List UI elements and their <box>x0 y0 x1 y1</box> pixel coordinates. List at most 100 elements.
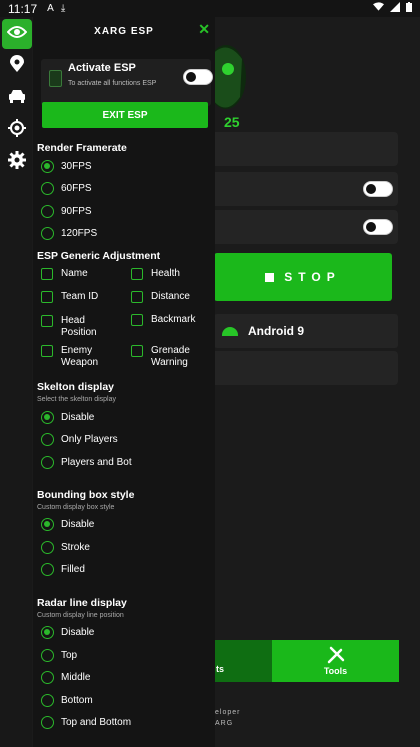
radar-title: Radar line display <box>37 597 127 609</box>
radio-icon <box>41 541 54 554</box>
radar-option-top-bottom[interactable]: Top and Bottom <box>41 716 131 729</box>
location-pin-icon <box>10 54 24 78</box>
android-icon <box>222 326 238 336</box>
android-label: Android 9 <box>248 324 304 338</box>
activate-title: Activate ESP <box>68 62 136 74</box>
radio-icon <box>41 671 54 684</box>
gear-icon <box>8 150 26 174</box>
panel-title: XARG ESP <box>94 25 154 37</box>
rail-target-button[interactable] <box>2 115 32 145</box>
battery-icon <box>406 2 412 15</box>
stop-button[interactable]: STOP <box>214 253 392 301</box>
tab-tools[interactable]: Tools <box>272 640 399 682</box>
checkbox-icon <box>131 345 143 357</box>
svg-text:25: 25 <box>224 114 240 130</box>
car-icon <box>8 89 26 108</box>
checkbox-icon <box>41 291 53 303</box>
exit-esp-button[interactable]: EXIT ESP <box>42 102 208 128</box>
check-distance[interactable]: Distance <box>131 291 190 303</box>
app-notification-icon: A <box>47 3 54 14</box>
bottom-tabs: ts Tools <box>214 640 399 682</box>
background-toggle[interactable] <box>363 219 393 235</box>
check-grenade-warning[interactable]: Grenade Warning <box>131 345 190 369</box>
radio-icon <box>41 716 54 729</box>
bbox-subtitle: Custom display box style <box>37 504 115 511</box>
radio-selected-icon <box>41 518 54 531</box>
radio-icon <box>41 433 54 446</box>
eye-icon <box>6 25 28 44</box>
rail-settings-button[interactable] <box>2 147 32 177</box>
background-toggle-row <box>210 172 398 206</box>
radio-selected-icon <box>41 411 54 424</box>
android-version-row: Android 9 <box>214 314 398 348</box>
skeleton-title: Skelton display <box>37 381 115 393</box>
framerate-option-30[interactable]: 30FPS <box>41 160 92 173</box>
framerate-title: Render Framerate <box>37 142 127 154</box>
radar-option-top[interactable]: Top <box>41 649 77 662</box>
checkbox-icon <box>41 268 53 280</box>
footer-text: eloper ARG <box>215 709 241 727</box>
checkbox-icon <box>131 314 143 326</box>
esp-logo-icon <box>49 70 62 87</box>
radio-icon <box>41 694 54 707</box>
radio-selected-icon <box>41 160 54 173</box>
tools-label: Tools <box>323 666 348 676</box>
download-icon: ⤓ <box>60 3 66 14</box>
crosshair-icon <box>8 118 26 142</box>
rail-vehicle-button[interactable] <box>2 83 32 113</box>
clock: 11:17 <box>8 1 38 16</box>
rail-esp-button[interactable] <box>2 19 32 49</box>
skeleton-option-players-bot[interactable]: Players and Bot <box>41 456 132 469</box>
stop-label: STOP <box>284 270 341 284</box>
check-backmark[interactable]: Backmark <box>131 314 195 326</box>
radar-option-bottom[interactable]: Bottom <box>41 694 93 707</box>
checkbox-icon <box>131 291 143 303</box>
panel-header: XARG ESP ✕ <box>33 17 215 45</box>
bbox-option-filled[interactable]: Filled <box>41 563 85 576</box>
skeleton-subtitle: Select the skelton display <box>37 396 116 403</box>
wifi-icon <box>373 2 384 15</box>
radio-icon <box>41 649 54 662</box>
background-toggle[interactable] <box>363 181 393 197</box>
radio-icon <box>41 182 54 195</box>
radio-icon <box>41 563 54 576</box>
radio-selected-icon <box>41 626 54 639</box>
checkbox-icon <box>41 345 53 357</box>
activate-subtitle: To activate all functions ESP <box>68 80 157 87</box>
background-toggle-row <box>210 210 398 244</box>
check-enemy-weapon[interactable]: Enemy Weapon <box>41 345 98 369</box>
check-head-position[interactable]: Head Position <box>41 315 97 339</box>
radar-option-disable[interactable]: Disable <box>41 626 94 639</box>
bbox-option-disable[interactable]: Disable <box>41 518 94 531</box>
rail-location-button[interactable] <box>2 51 32 81</box>
framerate-option-60[interactable]: 60FPS <box>41 182 92 195</box>
radio-icon <box>41 456 54 469</box>
checkbox-icon <box>131 268 143 280</box>
check-name[interactable]: Name <box>41 268 88 280</box>
framerate-option-90[interactable]: 90FPS <box>41 205 92 218</box>
bbox-option-stroke[interactable]: Stroke <box>41 541 90 554</box>
check-team-id[interactable]: Team ID <box>41 291 98 303</box>
activate-esp-card: Activate ESP To activate all functions E… <box>41 59 213 106</box>
radio-icon <box>41 205 54 218</box>
background-card <box>210 132 398 166</box>
signal-icon <box>390 2 400 15</box>
tools-icon <box>327 646 345 666</box>
radar-option-middle[interactable]: Middle <box>41 671 90 684</box>
activate-esp-toggle[interactable] <box>183 69 213 85</box>
side-rail <box>0 17 32 747</box>
radar-subtitle: Custom display line position <box>37 612 124 619</box>
framerate-option-120[interactable]: 120FPS <box>41 227 97 240</box>
skeleton-option-players[interactable]: Only Players <box>41 433 118 446</box>
esp-panel: XARG ESP ✕ Activate ESP To activate all … <box>33 17 215 747</box>
radio-icon <box>41 227 54 240</box>
stop-icon <box>265 272 275 282</box>
checkbox-icon <box>41 315 53 327</box>
skeleton-option-disable[interactable]: Disable <box>41 411 94 424</box>
tab-partial[interactable]: ts <box>214 640 272 682</box>
check-health[interactable]: Health <box>131 268 180 280</box>
status-bar: 11:17 A ⤓ <box>0 0 420 17</box>
generic-title: ESP Generic Adjustment <box>37 250 161 262</box>
bbox-title: Bounding box style <box>37 489 135 501</box>
close-icon[interactable]: ✕ <box>198 21 211 38</box>
